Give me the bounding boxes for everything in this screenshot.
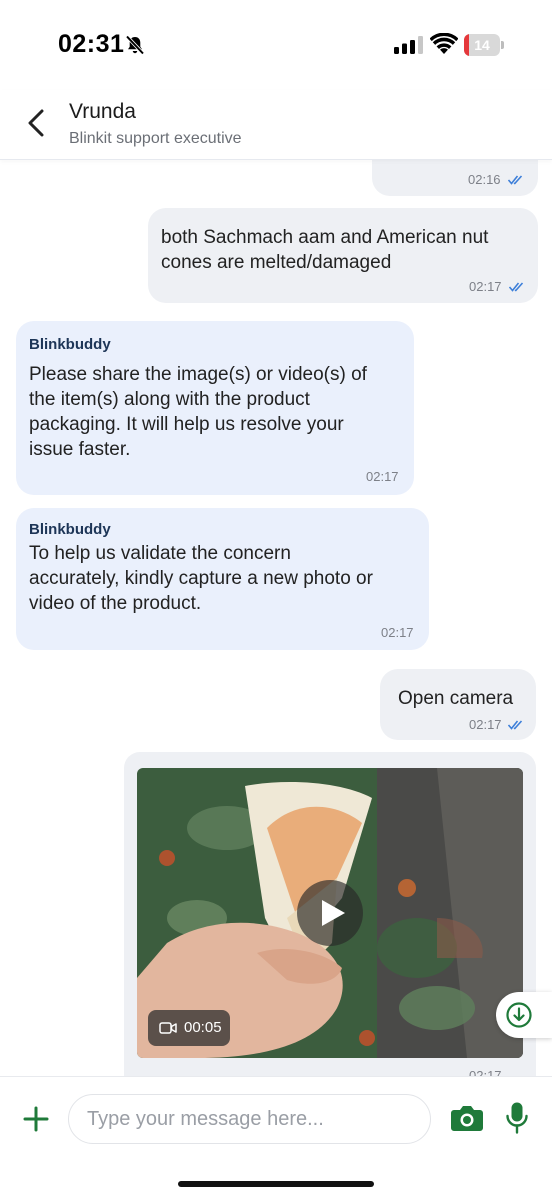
double-check-icon	[508, 175, 523, 185]
sent-message[interactable]: 02:16	[372, 160, 538, 196]
bell-slash-icon	[125, 35, 145, 55]
sender-name: Blinkbuddy	[29, 336, 111, 353]
camera-icon[interactable]	[450, 1103, 484, 1133]
video-duration-badge: 00:05	[148, 1010, 230, 1046]
message-time: 02:17	[469, 1068, 502, 1076]
plus-icon[interactable]	[22, 1105, 50, 1133]
wifi-icon	[430, 33, 458, 54]
scroll-to-bottom-button[interactable]	[496, 992, 552, 1038]
video-camera-icon	[159, 1022, 177, 1034]
message-composer	[0, 1076, 552, 1200]
message-text: To help us validate the concern	[29, 543, 291, 564]
message-text: the item(s) along with the product	[29, 389, 310, 410]
chat-thread[interactable]: 02:16 both Sachmach aam and American nut…	[0, 160, 552, 1076]
message-input[interactable]	[68, 1094, 431, 1144]
message-time: 02:17	[381, 625, 414, 640]
play-button[interactable]	[297, 880, 363, 946]
message-time: 02:16	[468, 172, 501, 187]
message-text: Open camera	[398, 688, 514, 709]
back-chevron-icon[interactable]	[22, 106, 52, 140]
message-text: issue faster.	[29, 439, 131, 460]
message-text: video of the product.	[29, 593, 202, 614]
received-message[interactable]: Blinkbuddy Please share the image(s) or …	[16, 321, 414, 495]
battery-icon: 14	[464, 34, 504, 56]
status-time: 02:31	[58, 30, 125, 58]
microphone-icon[interactable]	[505, 1101, 529, 1135]
video-thumbnail[interactable]: 00:05	[137, 768, 523, 1058]
message-text: Please share the image(s) or video(s) of	[29, 364, 367, 385]
video-duration: 00:05	[184, 1019, 222, 1036]
message-text: both Sachmach aam and American nut	[161, 227, 489, 248]
home-indicator	[178, 1181, 374, 1187]
message-text: cones are melted/damaged	[161, 252, 392, 273]
status-bar: 02:31 14	[0, 0, 552, 90]
message-time: 02:17	[469, 717, 502, 732]
download-icon	[506, 1002, 532, 1028]
message-time: 02:17	[366, 469, 399, 484]
battery-level: 14	[474, 37, 490, 53]
video-message[interactable]: 00:05 02:17	[124, 752, 536, 1076]
message-text: accurately, kindly capture a new photo o…	[29, 568, 373, 589]
double-check-icon	[509, 282, 524, 292]
message-time: 02:17	[469, 279, 502, 294]
message-text: packaging. It will help us resolve your	[29, 414, 344, 435]
received-message[interactable]: Blinkbuddy To help us validate the conce…	[16, 508, 429, 650]
sent-message[interactable]: Open camera 02:17	[380, 669, 536, 740]
agent-role: Blinkit support executive	[69, 130, 242, 147]
agent-name: Vrunda	[69, 100, 136, 123]
play-icon	[322, 900, 345, 926]
double-check-icon	[508, 720, 523, 730]
signal-icon	[394, 36, 423, 54]
chat-header: Vrunda Blinkit support executive	[0, 90, 552, 160]
sent-message[interactable]: both Sachmach aam and American nut cones…	[148, 208, 538, 303]
sender-name: Blinkbuddy	[29, 521, 111, 538]
